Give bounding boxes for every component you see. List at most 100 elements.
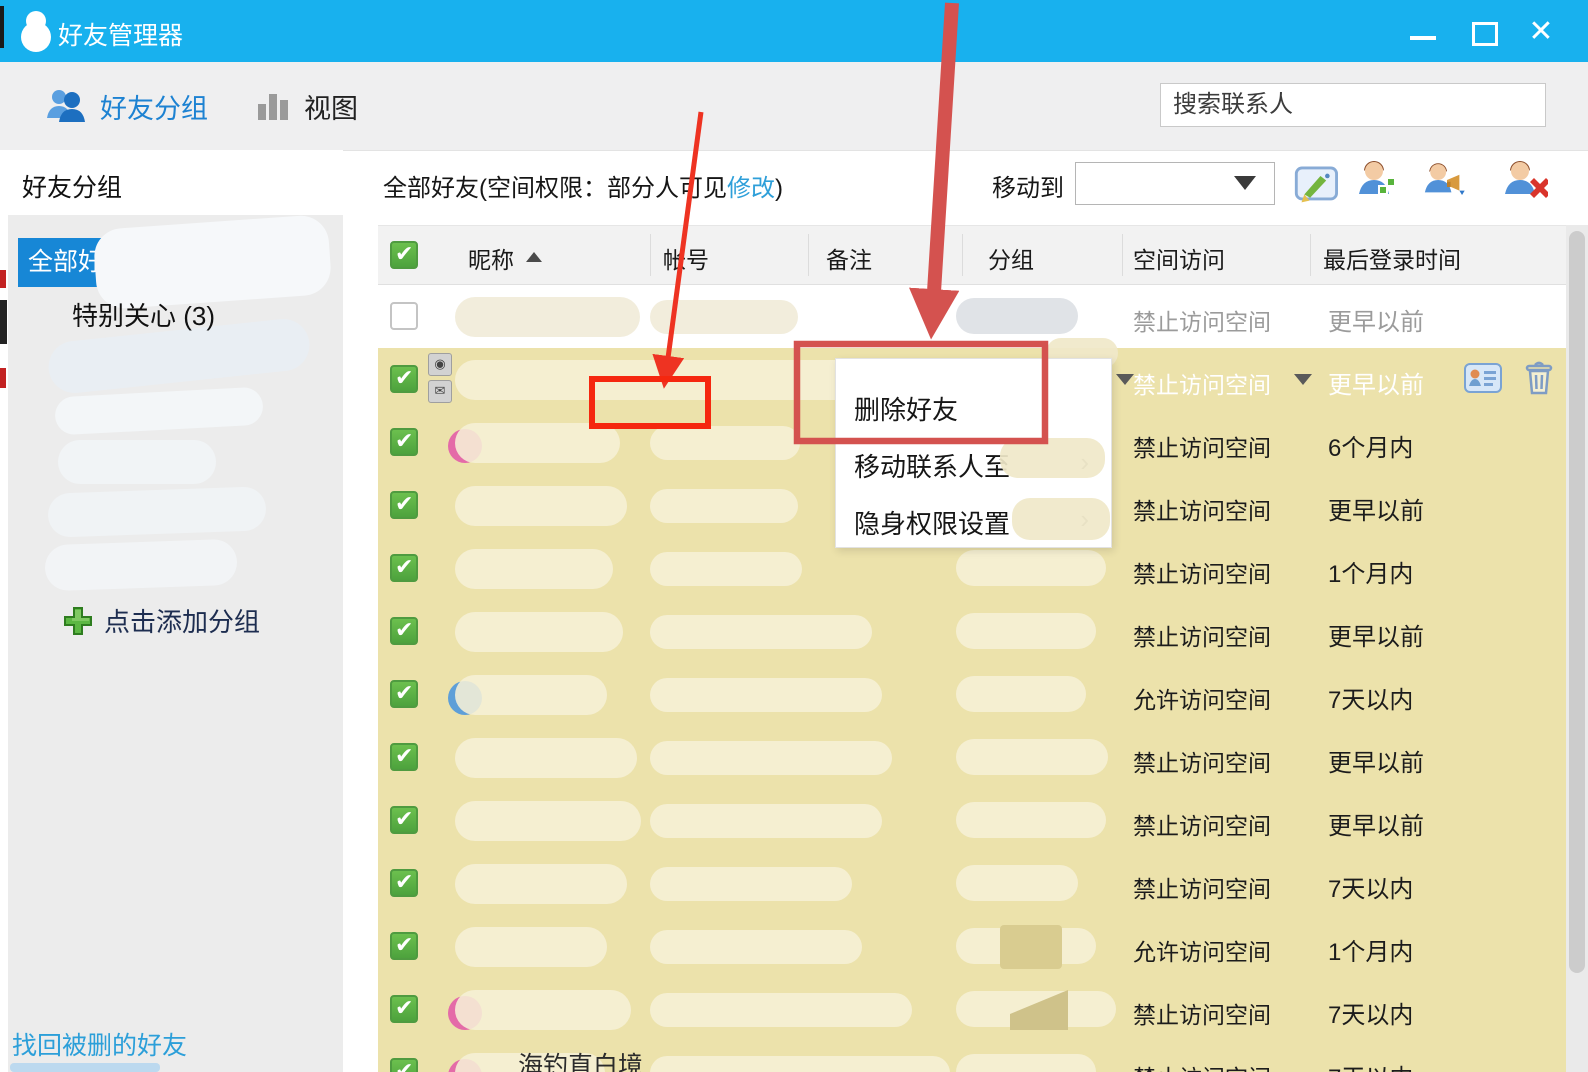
- trash-icon[interactable]: [1524, 359, 1554, 402]
- close-button[interactable]: ✕: [1524, 17, 1558, 47]
- row-checkbox[interactable]: [390, 617, 418, 645]
- background-artifact: [0, 368, 6, 388]
- menu-item-delete-friend[interactable]: 删除好友: [836, 376, 1111, 434]
- blurred-nickname: [455, 423, 620, 463]
- last-login-cell: 更早以前: [1328, 750, 1424, 777]
- table-row[interactable]: ◉ ✉ 禁止访问空间 更早以前: [378, 789, 1566, 852]
- sort-asc-icon[interactable]: [526, 252, 542, 262]
- col-remark[interactable]: 备注: [826, 241, 872, 275]
- row-checkbox[interactable]: [390, 932, 418, 960]
- col-space-access[interactable]: 空间访问: [1133, 241, 1225, 275]
- blurred-nickname: [455, 297, 640, 337]
- qq-penguin-icon: [21, 11, 51, 52]
- nickname-text: 海钓直白境: [518, 1052, 644, 1072]
- space-access-cell[interactable]: 禁止访问空间: [1133, 303, 1271, 337]
- broadcast-icon[interactable]: [1424, 158, 1470, 202]
- blur-blob: [1012, 498, 1110, 540]
- table-row[interactable]: ◉ ✉ 禁止访问空间 7天以内: [378, 852, 1566, 915]
- space-access-cell[interactable]: 禁止访问空间: [1133, 1059, 1271, 1072]
- blurred-account: [650, 300, 798, 334]
- tab-friend-groups-label: 好友分组: [100, 93, 208, 124]
- maximize-button[interactable]: [1466, 18, 1500, 46]
- blurred-group: [956, 298, 1078, 334]
- sidebar-item-special-care[interactable]: 特别关心 (3): [72, 296, 215, 333]
- blur-blob: [47, 486, 267, 538]
- move-to-dropdown[interactable]: [1075, 162, 1275, 205]
- search-input[interactable]: [1160, 83, 1546, 127]
- row-checkbox[interactable]: [390, 554, 418, 582]
- space-access-cell[interactable]: 允许访问空间: [1133, 933, 1271, 967]
- row-checkbox[interactable]: [390, 680, 418, 708]
- row-checkbox[interactable]: [390, 743, 418, 771]
- scrollbar[interactable]: [1566, 225, 1588, 1072]
- last-login-cell: 更早以前: [1328, 498, 1424, 525]
- col-group[interactable]: 分组: [988, 241, 1034, 275]
- edit-group-icon[interactable]: [1294, 162, 1340, 206]
- blurred-account: [650, 678, 882, 712]
- friends-icon: [47, 90, 85, 122]
- modify-permission-link[interactable]: 修改: [727, 175, 775, 202]
- select-all-checkbox[interactable]: [390, 241, 418, 269]
- profile-card-icon[interactable]: [1464, 362, 1502, 399]
- blurred-nickname: [455, 549, 613, 589]
- space-access-cell[interactable]: 禁止访问空间: [1133, 555, 1271, 589]
- blurred-nickname: [455, 675, 607, 715]
- blurred-group: [956, 739, 1108, 775]
- chevron-down-icon: [1234, 176, 1256, 190]
- table-row[interactable]: ◉ ✉ 海钓直白境 禁止访问空间 7天以内: [378, 1041, 1566, 1072]
- row-checkbox[interactable]: [390, 806, 418, 834]
- table-row[interactable]: ◉ ✉ 允许访问空间 1个月内: [378, 915, 1566, 978]
- col-nickname[interactable]: 昵称: [468, 241, 514, 275]
- blurred-account: [650, 552, 802, 586]
- blur-blob: [58, 440, 216, 484]
- space-access-cell[interactable]: 禁止访问空间: [1133, 429, 1271, 463]
- col-last-login[interactable]: 最后登录时间: [1323, 241, 1461, 275]
- background-artifact: [0, 270, 6, 288]
- blurred-nickname: [455, 486, 627, 526]
- space-access-cell[interactable]: 禁止访问空间: [1133, 618, 1271, 652]
- blurred-account: [650, 426, 800, 460]
- blurred-account: [650, 993, 912, 1027]
- table-row[interactable]: ◉ ✉ 禁止访问空间 更早以前: [378, 285, 1566, 348]
- access-dropdown-icon[interactable]: [1294, 374, 1312, 385]
- space-access-cell[interactable]: 禁止访问空间: [1133, 366, 1271, 400]
- blurred-group: [956, 1054, 1096, 1072]
- row-checkbox[interactable]: [390, 428, 418, 456]
- space-access-cell[interactable]: 禁止访问空间: [1133, 807, 1271, 841]
- blurred-nickname: [455, 927, 607, 967]
- space-access-cell[interactable]: 禁止访问空间: [1133, 744, 1271, 778]
- add-group-button[interactable]: 点击添加分组: [62, 602, 260, 639]
- row-checkbox[interactable]: [390, 1058, 418, 1072]
- blurred-account: [650, 489, 798, 523]
- table-row[interactable]: ◉ ✉ 禁止访问空间 更早以前: [378, 726, 1566, 789]
- add-group-label: 点击添加分组: [104, 607, 261, 637]
- last-login-cell: 更早以前: [1328, 372, 1424, 399]
- blurred-group: [956, 802, 1106, 838]
- scrollbar-thumb[interactable]: [1569, 231, 1585, 973]
- table-row[interactable]: ◉ ✉ 允许访问空间 7天以内: [378, 663, 1566, 726]
- space-access-cell[interactable]: 禁止访问空间: [1133, 996, 1271, 1030]
- recover-deleted-friends-link[interactable]: 找回被删的好友: [12, 1026, 187, 1062]
- row-checkbox[interactable]: [390, 302, 418, 330]
- bar-chart-icon: [258, 94, 288, 120]
- row-checkbox[interactable]: [390, 869, 418, 897]
- space-access-cell[interactable]: 禁止访问空间: [1133, 492, 1271, 526]
- tab-friend-groups[interactable]: 好友分组: [46, 62, 208, 150]
- space-access-cell[interactable]: 禁止访问空间: [1133, 870, 1271, 904]
- minimize-button[interactable]: [1406, 18, 1440, 46]
- tab-view[interactable]: 视图: [256, 62, 358, 150]
- blurred-nickname: [455, 864, 627, 904]
- add-friend-icon[interactable]: [1356, 158, 1402, 202]
- group-dropdown-icon[interactable]: [1116, 374, 1134, 385]
- menu-item-label: 删除好友: [854, 395, 959, 425]
- delete-friend-icon[interactable]: [1502, 158, 1548, 202]
- row-checkbox[interactable]: [390, 491, 418, 519]
- space-access-cell[interactable]: 允许访问空间: [1133, 681, 1271, 715]
- video-status-icon: ◉: [428, 353, 452, 376]
- table-row[interactable]: ◉ ✉ 禁止访问空间 更早以前: [378, 600, 1566, 663]
- blurred-group: [956, 676, 1086, 712]
- col-account[interactable]: 帐号: [663, 241, 709, 275]
- table-row[interactable]: ◉ ✉ 禁止访问空间 7天以内: [378, 978, 1566, 1041]
- row-checkbox[interactable]: [390, 365, 418, 393]
- row-checkbox[interactable]: [390, 995, 418, 1023]
